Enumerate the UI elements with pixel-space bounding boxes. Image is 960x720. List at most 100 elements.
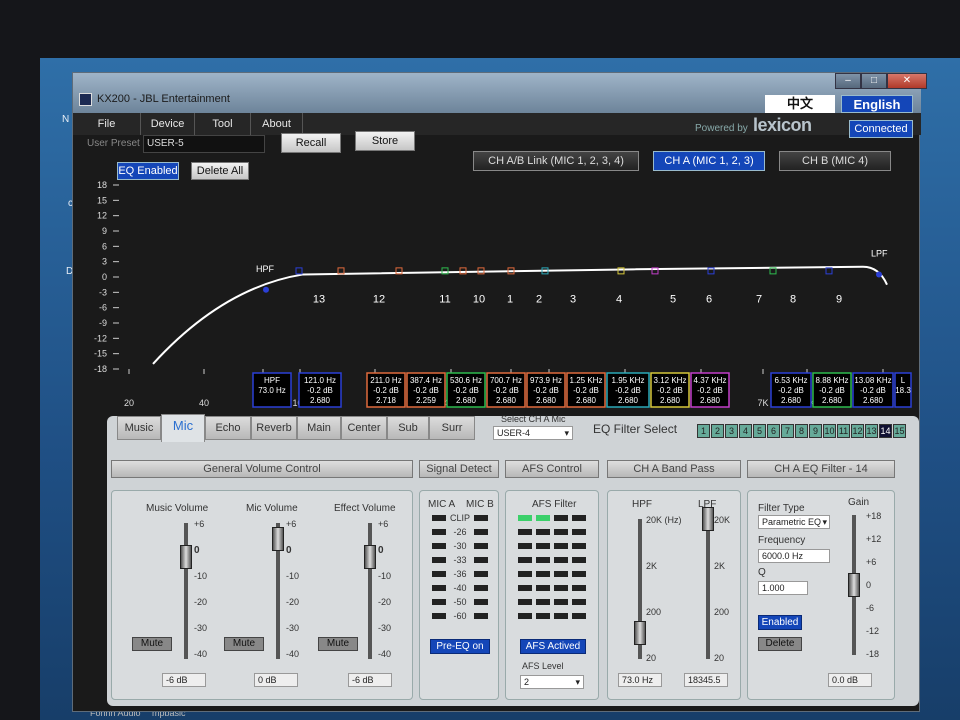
- eq-enabled-button[interactable]: EQ Enabled: [117, 162, 179, 180]
- y-tick-label: -6: [99, 303, 107, 313]
- hpf-field[interactable]: 73.0 Hz: [618, 673, 662, 687]
- band-info-box[interactable]: 3.12 KHz-0.2 dB2.680: [650, 372, 690, 408]
- minimize-button[interactable]: –: [835, 73, 861, 89]
- afs-actived-button[interactable]: AFS Actived: [520, 639, 586, 654]
- eq-filter-button[interactable]: 12: [851, 424, 864, 438]
- tab-surr[interactable]: Surr: [429, 416, 475, 440]
- music-mute-button[interactable]: Mute: [132, 637, 172, 651]
- recall-button[interactable]: Recall: [281, 133, 341, 153]
- band-info-box[interactable]: 121.0 Hz-0.2 dB2.680: [298, 372, 342, 408]
- menu-tool[interactable]: Tool: [195, 113, 251, 135]
- preset-field[interactable]: USER-5: [143, 135, 265, 153]
- tab-echo[interactable]: Echo: [205, 416, 251, 440]
- chinese-language-button[interactable]: 中文: [765, 95, 835, 113]
- ch-a-button[interactable]: CH A (MIC 1, 2, 3): [653, 151, 765, 171]
- eq-filter-button[interactable]: 10: [823, 424, 836, 438]
- lpf-track[interactable]: [706, 519, 710, 659]
- hpf-label: HPF: [632, 499, 652, 510]
- gain-slider[interactable]: [848, 573, 860, 597]
- band-info-box[interactable]: 8.88 KHz-0.2 dB2.680: [812, 372, 852, 408]
- tab-main[interactable]: Main: [297, 416, 341, 440]
- eq-filter-button[interactable]: 13: [865, 424, 878, 438]
- close-button[interactable]: ✕: [887, 73, 927, 89]
- afs-filter-cell: [572, 585, 586, 591]
- eq-filter-button[interactable]: 3: [725, 424, 738, 438]
- band-info-box[interactable]: 6.53 KHz-0.2 dB2.680: [770, 372, 812, 408]
- effect-volume-slider[interactable]: [364, 545, 376, 569]
- eq-filter-button[interactable]: 11: [837, 424, 850, 438]
- eq-filter-button[interactable]: 4: [739, 424, 752, 438]
- y-tick-label: -15: [94, 349, 107, 359]
- eq-filter-button[interactable]: 6: [767, 424, 780, 438]
- eq-filter-button[interactable]: 15: [893, 424, 906, 438]
- afs-filter-cell: [536, 557, 550, 563]
- ch-ab-link-button[interactable]: CH A/B Link (MIC 1, 2, 3, 4): [473, 151, 639, 171]
- afs-filter-cell: [572, 557, 586, 563]
- afs-panel: AFS Filter AFS Actived AFS Level 2 ▾: [505, 490, 599, 700]
- filter-delete-button[interactable]: Delete: [758, 637, 802, 651]
- band-info-box[interactable]: 1.25 KHz-0.2 dB2.680: [566, 372, 606, 408]
- band-info-box[interactable]: 387.4 Hz-0.2 dB2.259: [406, 372, 446, 408]
- eq-filter-button[interactable]: 9: [809, 424, 822, 438]
- eq-response-graph[interactable]: 1815129630-3-6-9-12-15-18204070100200400…: [73, 181, 921, 411]
- band-gain: -0.2 dB: [493, 386, 519, 395]
- band-frequency: 6.53 KHz: [775, 376, 808, 385]
- tab-mic[interactable]: Mic: [161, 414, 205, 442]
- hpf-slider[interactable]: [634, 621, 646, 645]
- menu-device[interactable]: Device: [141, 113, 195, 135]
- maximize-button[interactable]: □: [861, 73, 887, 89]
- title-bar[interactable]: KX200 - JBL Entertainment – □ ✕ 中文 Engli…: [73, 73, 927, 113]
- band-info-box[interactable]: 4.37 KHz-0.2 dB2.680: [690, 372, 730, 408]
- menu-file[interactable]: File: [73, 113, 141, 135]
- band-info-box[interactable]: 211.0 Hz-0.2 dB2.718: [366, 372, 406, 408]
- eq-filter-button[interactable]: 8: [795, 424, 808, 438]
- band-info-box[interactable]: 530.6 Hz-0.2 dB2.680: [446, 372, 486, 408]
- q-field[interactable]: 1.000: [758, 581, 808, 595]
- band-info-box[interactable]: L18.3: [894, 372, 912, 408]
- ch-b-button[interactable]: CH B (MIC 4): [779, 151, 891, 171]
- effect-mute-button[interactable]: Mute: [318, 637, 358, 651]
- lpf-slider[interactable]: [702, 507, 714, 531]
- band-info-box[interactable]: 700.7 Hz-0.2 dB2.680: [486, 372, 526, 408]
- band-q: 2.680: [822, 396, 843, 405]
- eq-filter-button[interactable]: 7: [781, 424, 794, 438]
- lpf-marker: [876, 271, 882, 278]
- filter-enabled-button[interactable]: Enabled: [758, 615, 802, 630]
- english-language-button[interactable]: English: [841, 95, 913, 113]
- tab-center[interactable]: Center: [341, 416, 387, 440]
- select-mic-dropdown[interactable]: USER-4 ▾: [493, 426, 573, 440]
- music-volume-slider[interactable]: [180, 545, 192, 569]
- mic-volume-field[interactable]: 0 dB: [254, 673, 298, 687]
- mic-volume-slider[interactable]: [272, 527, 284, 551]
- music-volume-field[interactable]: -6 dB: [162, 673, 206, 687]
- afs-level-dropdown[interactable]: 2 ▾: [520, 675, 584, 689]
- afs-control-header: AFS Control: [505, 460, 599, 478]
- gain-scale-label: -12: [866, 626, 880, 636]
- menu-about[interactable]: About: [251, 113, 303, 135]
- eq-filter-button[interactable]: 1: [697, 424, 710, 438]
- eq-filter-button[interactable]: 14: [879, 424, 892, 438]
- band-info-box[interactable]: 13.08 KHz-0.2 dB2.680: [852, 372, 894, 408]
- filter-type-dropdown[interactable]: Parametric EQ ▾: [758, 515, 830, 529]
- tab-music[interactable]: Music: [117, 416, 161, 440]
- music-volume-track[interactable]: [184, 523, 188, 659]
- lpf-field[interactable]: 18345.5: [684, 673, 728, 687]
- store-button[interactable]: Store: [355, 131, 415, 151]
- band-info-box[interactable]: 1.95 KHz-0.2 dB2.680: [606, 372, 650, 408]
- band-frequency: 211.0 Hz: [370, 376, 401, 385]
- mic-mute-button[interactable]: Mute: [224, 637, 264, 651]
- mic-a-level-segment: [432, 529, 446, 535]
- tab-reverb[interactable]: Reverb: [251, 416, 297, 440]
- effect-volume-track[interactable]: [368, 523, 372, 659]
- band-gain: 18.3: [895, 386, 911, 395]
- delete-all-button[interactable]: Delete All: [191, 162, 249, 180]
- frequency-field[interactable]: 6000.0 Hz: [758, 549, 830, 563]
- eq-filter-button[interactable]: 5: [753, 424, 766, 438]
- tab-sub[interactable]: Sub: [387, 416, 429, 440]
- pre-eq-button[interactable]: Pre-EQ on: [430, 639, 490, 654]
- band-info-box[interactable]: HPF73.0 Hz: [252, 372, 292, 408]
- eq-filter-button[interactable]: 2: [711, 424, 724, 438]
- effect-volume-field[interactable]: -6 dB: [348, 673, 392, 687]
- gain-field[interactable]: 0.0 dB: [828, 673, 872, 687]
- band-info-box[interactable]: 973.9 Hz-0.2 dB2.680: [526, 372, 566, 408]
